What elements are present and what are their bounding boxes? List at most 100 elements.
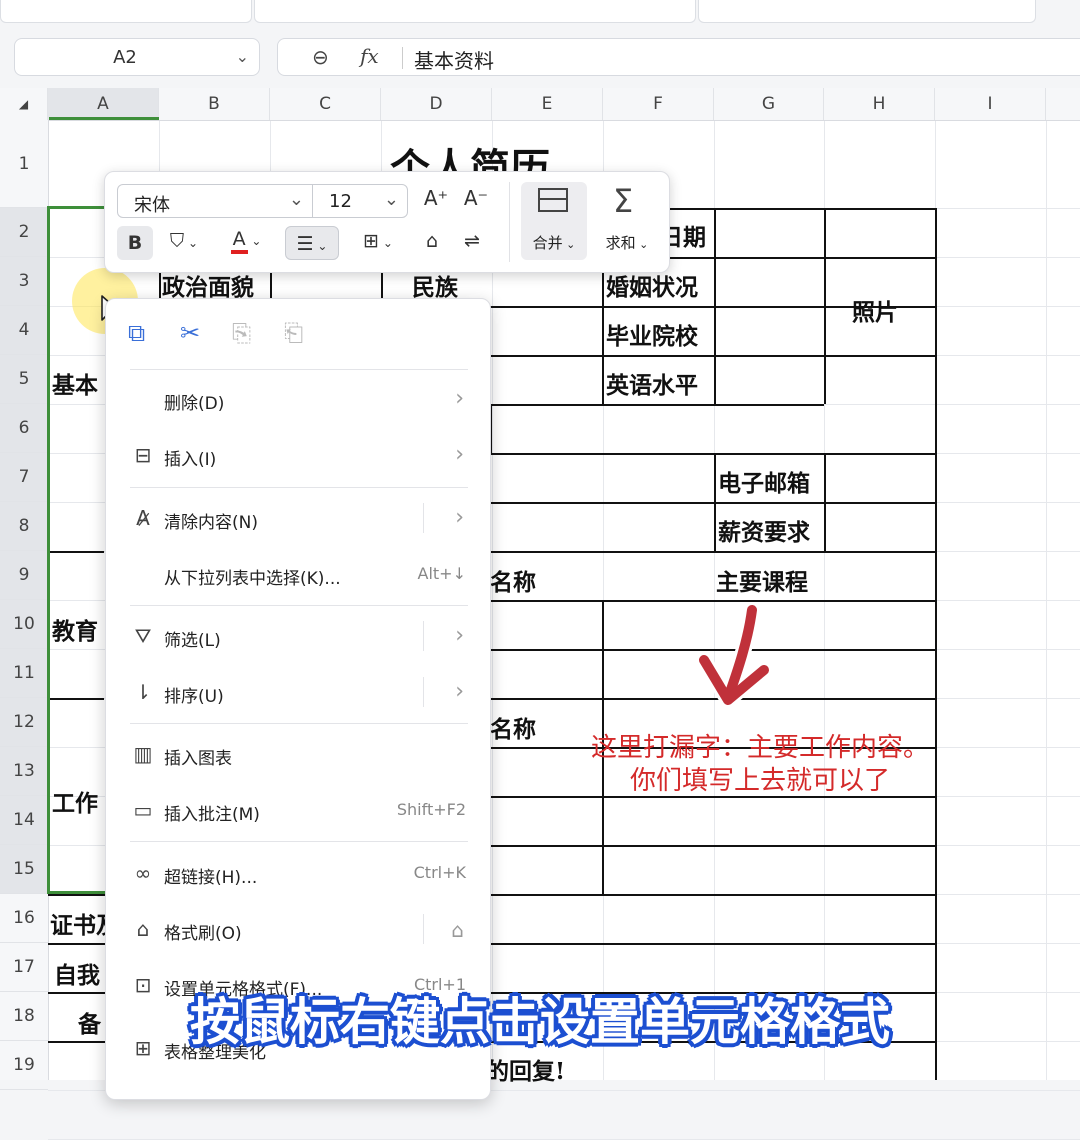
menu-item-clear-contents[interactable]: A̷ 清除内容(N) › xyxy=(106,497,490,541)
sum-button[interactable]: Σ 求和 ⌄ xyxy=(595,182,659,260)
wrap-text-icon[interactable]: ⇌ xyxy=(457,230,487,252)
column-e-header[interactable]: E xyxy=(492,88,603,120)
row-header-cell[interactable]: 5 xyxy=(0,355,48,404)
select-all-corner[interactable]: ◢ xyxy=(0,88,48,120)
chevron-down-icon[interactable]: ⌄ xyxy=(236,47,249,66)
row-header-cell[interactable]: 1 xyxy=(0,120,48,208)
comment-icon: ▭ xyxy=(133,798,153,822)
column-d-header[interactable]: D xyxy=(381,88,492,120)
menu-item-delete[interactable]: 删除(D) › xyxy=(106,378,490,422)
formula-bar[interactable]: ⊖ fx 基本资料 xyxy=(277,38,1080,76)
menu-separator xyxy=(130,487,468,488)
menu-item-label: 清除内容(N) xyxy=(164,513,258,533)
mini-toolbar: 宋体 ⌄ 12 ⌄ A⁺ A⁻ B ⛉ ⌄ A ⌄ ☰ ⌄ ⊞ ⌄ ⌂ ⇌ 合并… xyxy=(104,171,670,273)
function-icon[interactable]: fx xyxy=(360,44,379,68)
cell-photo-label[interactable]: 照片 xyxy=(852,293,898,327)
menu-item-hyperlink[interactable]: ∞ 超链接(H)... Ctrl+K xyxy=(106,852,490,896)
font-color-button[interactable]: A ⌄ xyxy=(223,228,269,254)
row-header-cell[interactable]: 11 xyxy=(0,649,48,698)
video-caption: 按鼠标右键点击设置单元格格式 xyxy=(190,993,890,1051)
table-border xyxy=(824,208,826,404)
menu-item-shortcut: Shift+F2 xyxy=(396,800,466,819)
insert-cells-icon: ⊟ xyxy=(134,443,152,467)
row-header-cell[interactable]: 2 xyxy=(0,208,48,257)
menu-item-label: 插入图表 xyxy=(164,749,232,769)
column-a-header[interactable]: A xyxy=(48,88,159,120)
decrease-font-icon[interactable]: A⁻ xyxy=(461,186,491,210)
table-border xyxy=(490,404,824,406)
table-border xyxy=(490,845,935,847)
row-header-cell[interactable]: 15 xyxy=(0,845,48,894)
ribbon-group xyxy=(698,0,1036,23)
row-header-cell[interactable]: 14 xyxy=(0,796,48,845)
column-f-header[interactable]: F xyxy=(603,88,714,120)
menu-item-label: 插入批注(M) xyxy=(164,805,260,825)
increase-font-icon[interactable]: A⁺ xyxy=(421,186,451,210)
sigma-icon: Σ xyxy=(613,182,634,220)
row-header-cell[interactable]: 12 xyxy=(0,698,48,747)
column-i-header[interactable]: I xyxy=(935,88,1046,120)
cell-main-course-label[interactable]: 主要课程 xyxy=(716,563,808,597)
cut-icon[interactable]: ✂ xyxy=(180,319,200,347)
menu-item-filter[interactable]: ⛛ 筛选(L) › xyxy=(106,615,490,659)
row-header-cell[interactable]: 10 xyxy=(0,600,48,649)
row-header-cell[interactable]: 6 xyxy=(0,404,48,453)
column-b-header[interactable]: B xyxy=(159,88,270,120)
chevron-right-icon: › xyxy=(455,623,464,648)
cell-work-name-label[interactable]: 名称 xyxy=(490,710,536,744)
align-button[interactable]: ☰ ⌄ xyxy=(285,226,339,260)
cell-edu-name-label[interactable]: 名称 xyxy=(490,563,536,597)
border-button[interactable]: ⊞ ⌄ xyxy=(355,230,401,252)
merge-button[interactable]: 合并 ⌄ xyxy=(521,182,587,260)
copy-icon[interactable]: ⧉ xyxy=(128,319,145,347)
font-size-select[interactable]: 12 ⌄ xyxy=(312,184,408,218)
fill-color-button[interactable]: ⛉ ⌄ xyxy=(161,230,207,252)
cell-marital-label[interactable]: 婚姻状况 xyxy=(606,268,698,302)
zoom-icon[interactable]: ⊖ xyxy=(312,45,329,69)
divider xyxy=(423,503,424,533)
formula-value[interactable]: 基本资料 xyxy=(414,45,494,74)
merge-label: 合并 ⌄ xyxy=(532,234,576,252)
menu-separator xyxy=(130,841,468,842)
menu-separator xyxy=(130,605,468,606)
row-header-cell[interactable]: 7 xyxy=(0,453,48,502)
row-header-cell[interactable]: 3 xyxy=(0,257,48,306)
menu-item-sort[interactable]: ⇂ 排序(U) › xyxy=(106,671,490,715)
name-box[interactable]: A2 ⌄ xyxy=(14,38,260,76)
menu-item-label: 删除(D) xyxy=(164,394,225,414)
format-painter-icon[interactable]: ⌂ xyxy=(417,230,447,252)
chevron-right-icon: › xyxy=(455,679,464,704)
row-header-cell[interactable]: 16 xyxy=(0,894,48,943)
ribbon-group xyxy=(0,0,252,23)
cell-english-label[interactable]: 英语水平 xyxy=(606,366,698,400)
table-border xyxy=(490,453,935,455)
font-name-select[interactable]: 宋体 ⌄ xyxy=(117,184,313,218)
row-header-cell[interactable]: 4 xyxy=(0,306,48,355)
cell-salary-label[interactable]: 薪资要求 xyxy=(718,513,810,547)
row-header-cell[interactable]: 9 xyxy=(0,551,48,600)
menu-item-label: 排序(U) xyxy=(164,687,224,707)
format-painter-icon[interactable]: ⌂ xyxy=(451,918,464,942)
table-border xyxy=(490,502,935,504)
chart-icon: ▥ xyxy=(133,742,153,766)
cell-email-label[interactable]: 电子邮箱 xyxy=(718,464,810,498)
column-c-header[interactable]: C xyxy=(270,88,381,120)
paste-special-icon: ⎗ xyxy=(284,319,304,347)
cell-ethnicity-label[interactable]: 民族 xyxy=(412,268,458,302)
menu-item-insert[interactable]: ⊟ 插入(I) › xyxy=(106,434,490,478)
cell-reply-text[interactable]: 的回复! xyxy=(486,1052,565,1086)
cell-school-label[interactable]: 毕业院校 xyxy=(606,317,698,351)
column-g-header[interactable]: G xyxy=(714,88,824,120)
menu-item-format-painter[interactable]: ⌂ 格式刷(O) ⌂ xyxy=(106,908,490,952)
format-painter-icon: ⌂ xyxy=(136,917,150,941)
bold-button[interactable]: B xyxy=(117,226,153,260)
annotation-line: 这里打漏字：主要工作内容。 xyxy=(590,733,929,763)
row-header-cell[interactable]: 13 xyxy=(0,747,48,796)
menu-item-insert-chart[interactable]: ▥ 插入图表 xyxy=(106,733,490,777)
row-header-cell[interactable]: 8 xyxy=(0,502,48,551)
font-size-value: 12 xyxy=(329,191,352,212)
cell-political-label[interactable]: 政治面貌 xyxy=(162,268,254,302)
column-h-header[interactable]: H xyxy=(824,88,935,120)
menu-item-pick-from-list[interactable]: 从下拉列表中选择(K)... Alt+↓ xyxy=(106,553,490,597)
menu-item-insert-comment[interactable]: ▭ 插入批注(M) Shift+F2 xyxy=(106,789,490,833)
